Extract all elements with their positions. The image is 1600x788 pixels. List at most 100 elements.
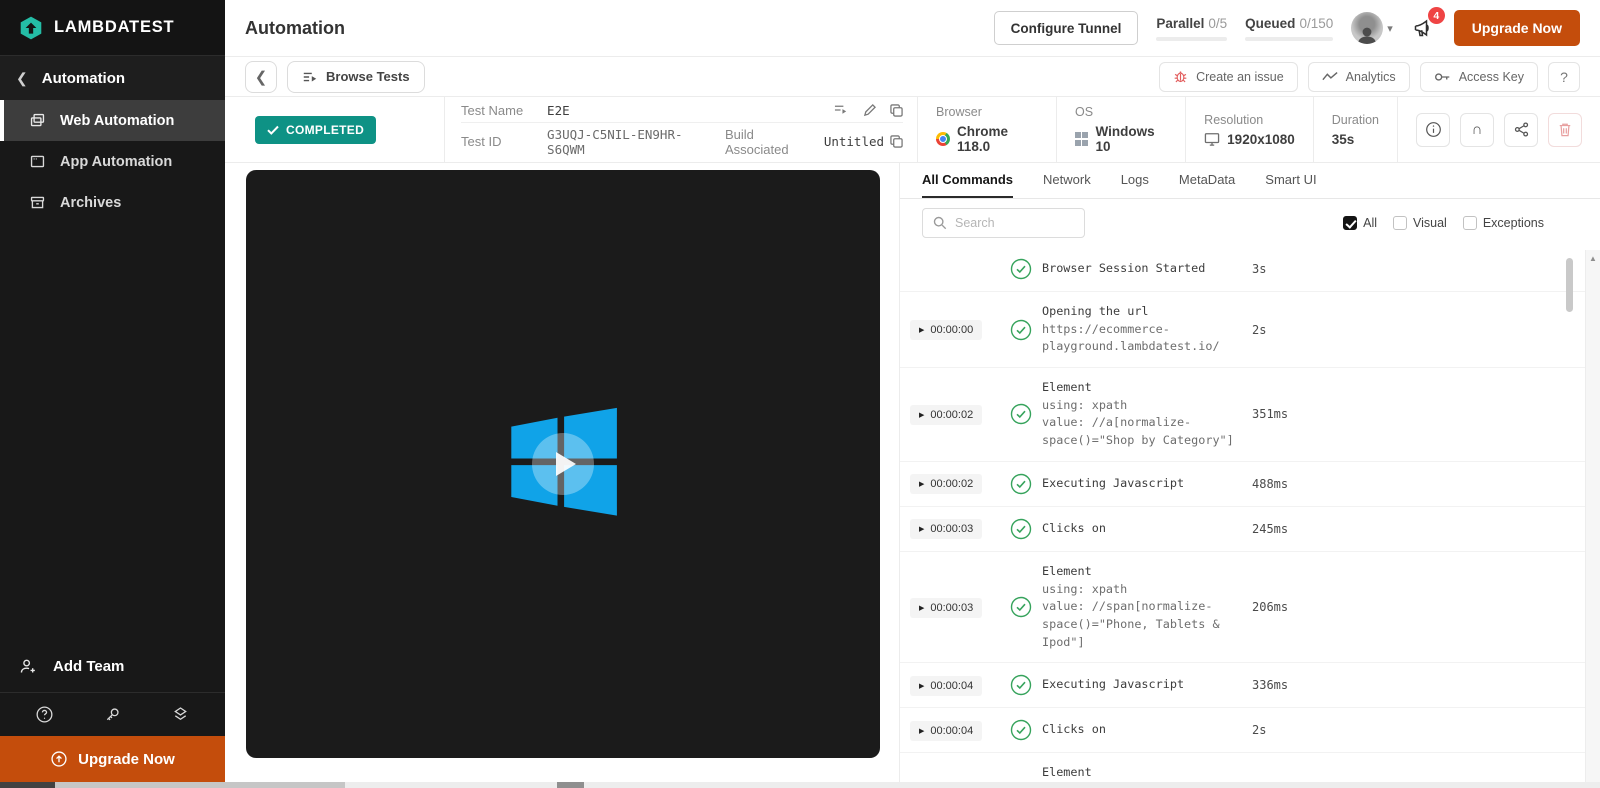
back-button[interactable]: ❮ [245,60,277,93]
info-button[interactable] [1416,112,1450,147]
browser-label: Browser [936,105,982,119]
filter-checkbox[interactable] [1393,216,1408,230]
tab-smart-ui[interactable]: Smart UI [1265,163,1316,198]
announcements-button[interactable]: 4 [1411,7,1445,40]
panel-scrollbar-thumb[interactable] [1566,258,1573,312]
tunnel-button[interactable]: ∩ [1460,112,1494,147]
sidebar-item-app-automation[interactable]: App Automation [0,141,225,182]
configure-tunnel-button[interactable]: Configure Tunnel [993,11,1139,45]
play-step-icon: ▶ [919,604,925,612]
build-associated-label: Build Associated [724,126,789,157]
page-horizontal-scrollbar[interactable] [0,782,1600,788]
search-input[interactable] [955,216,1074,230]
filter-checkbox[interactable] [1462,216,1477,230]
queued-label: Queued [1245,15,1296,31]
sidebar-upgrade-button[interactable]: Upgrade Now [0,736,225,782]
command-duration: 3s [1252,262,1267,276]
lambdatest-logo-icon [18,15,44,41]
command-timestamp[interactable]: ▶ 00:00:04 [910,720,983,741]
parallel-stat: Parallel 0/5 [1156,15,1228,41]
play-step-icon: ▶ [919,727,925,735]
sidebar-item-archives[interactable]: Archives [0,182,225,223]
copy-build-icon[interactable] [890,135,903,148]
command-timestamp[interactable]: ▶ 00:00:04 [910,675,983,696]
filter-checkbox[interactable] [1343,216,1358,230]
resolution-spec: Resolution 1920x1080 [1185,97,1313,162]
tab-network[interactable]: Network [1043,163,1091,198]
scroll-up-arrow-icon[interactable]: ▲ [1586,254,1600,263]
video-player[interactable] [246,170,880,758]
command-row[interactable]: ▶ 00:00:03 Element using: xpath value: //s… [900,552,1600,664]
edit-icon[interactable] [863,103,877,117]
command-timestamp[interactable]: ▶ 00:00:00 [910,320,983,341]
filter-all-label: All [1363,216,1378,230]
help-circle-icon[interactable] [35,705,54,724]
sidebar-section-label: Automation [41,69,126,87]
avatar[interactable] [1351,12,1384,44]
brand-logo[interactable]: LAMBDATEST [0,0,225,56]
command-timestamp[interactable]: ▶ 00:00:02 [910,404,983,425]
command-text: Element using: xpath value: //a[normalize… [1042,379,1238,450]
delete-button[interactable] [1548,112,1582,147]
command-detail-line: https://ecommerce-playground.lambdatest.… [1042,321,1220,354]
command-timestamp[interactable]: ▶ 00:00:03 [910,597,983,618]
filter-visual[interactable]: Visual [1393,216,1447,230]
build-associated-value: Untitled [823,134,885,149]
access-key-button[interactable]: Access Key [1419,61,1538,92]
command-row[interactable]: ▶ 00:00:04 Executing Javascript 336ms [900,663,1600,709]
tab-all-commands[interactable]: All Commands [922,163,1014,198]
filter-row: All Visual Exceptions [900,199,1600,247]
copy-icon[interactable] [890,103,903,117]
header-upgrade-button[interactable]: Upgrade Now [1453,10,1580,46]
sidebar-item-label: Web Automation [60,112,175,129]
search-box[interactable] [922,208,1085,238]
tab-metadata[interactable]: MetaData [1179,163,1235,198]
horizontal-scrollbar-thumb-secondary[interactable] [557,782,584,788]
browse-tests-button[interactable]: Browse Tests [287,60,425,93]
command-text: Executing Javascript [1042,677,1185,692]
create-issue-button[interactable]: Create an issue [1159,61,1298,92]
horizontal-scrollbar-thumb[interactable] [55,782,345,788]
command-text: Element using: xpath value: //span[normal… [1042,563,1238,651]
command-row[interactable]: ▶00:00:06 Element using: xpathvalue: //d… [900,753,1600,782]
filter-all[interactable]: All [1343,216,1377,230]
os-value: Windows 10 [1095,124,1155,154]
key-icon[interactable] [103,705,122,724]
test-name-id-block: Test Name E2E Test ID G3UQJ-C5NIL-EN9HR-… [444,97,917,162]
play-button[interactable] [532,433,594,495]
chevron-down-icon[interactable]: ▾ [1387,22,1393,35]
command-row[interactable]: ▶ 00:00:04 Clicks on 2s [900,708,1600,754]
help-button[interactable]: ? [1548,61,1580,92]
command-duration: 245ms [1252,521,1289,536]
panel-tabs: All Commands Network Logs MetaData Smart… [900,163,1600,199]
play-step-icon: ▶ [919,526,925,534]
test-list-icon[interactable] [834,104,849,117]
switch-org-icon[interactable] [171,705,190,724]
page-vertical-scrollbar[interactable]: ▲ [1585,250,1600,782]
command-timestamp[interactable]: ▶ 00:00:02 [910,474,983,495]
top-header: Automation Configure Tunnel Parallel 0/5 … [225,0,1600,57]
command-row[interactable]: ▶ 00:00:02 Executing Javascript 488ms [900,462,1600,507]
sidebar-section-automation[interactable]: ❮ Automation [0,56,225,100]
command-row[interactable]: ▶ 00:00:03 Clicks on 245ms [900,507,1600,552]
parallel-label: Parallel [1156,15,1205,31]
play-step-icon: ▶ [919,327,925,335]
command-timestamp[interactable]: ▶ 00:00:03 [910,519,983,540]
analytics-button[interactable]: Analytics [1307,61,1410,92]
command-detail-line: using: xpath [1042,397,1128,412]
command-text: Element using: xpathvalue: //div[@class=… [1042,764,1238,782]
share-button[interactable] [1504,112,1538,147]
tab-logs[interactable]: Logs [1121,163,1149,198]
command-duration: 488ms [1252,476,1289,491]
sidebar-item-web-automation[interactable]: Web Automation [0,100,225,141]
user-menu[interactable]: ▾ [1351,12,1393,44]
command-text: Clicks on [1042,520,1106,535]
command-row[interactable]: ▶ 00:00:02 Element using: xpath value: //a… [900,368,1600,462]
command-list: ▶ Browser Session Started 3s ▶00:00:00 O… [900,247,1600,782]
filter-exceptions[interactable]: Exceptions [1462,216,1544,230]
app-window: LAMBDATEST ❮ Automation Web Automation A… [0,0,1600,788]
add-team-button[interactable]: Add Team [0,641,225,692]
command-row[interactable]: ▶ 00:00:00 Opening the url https://ecomme… [900,292,1600,369]
collapse-chevron-icon[interactable]: ❮ [16,70,28,87]
command-row[interactable]: ▶ Browser Session Started 3s [900,247,1600,292]
